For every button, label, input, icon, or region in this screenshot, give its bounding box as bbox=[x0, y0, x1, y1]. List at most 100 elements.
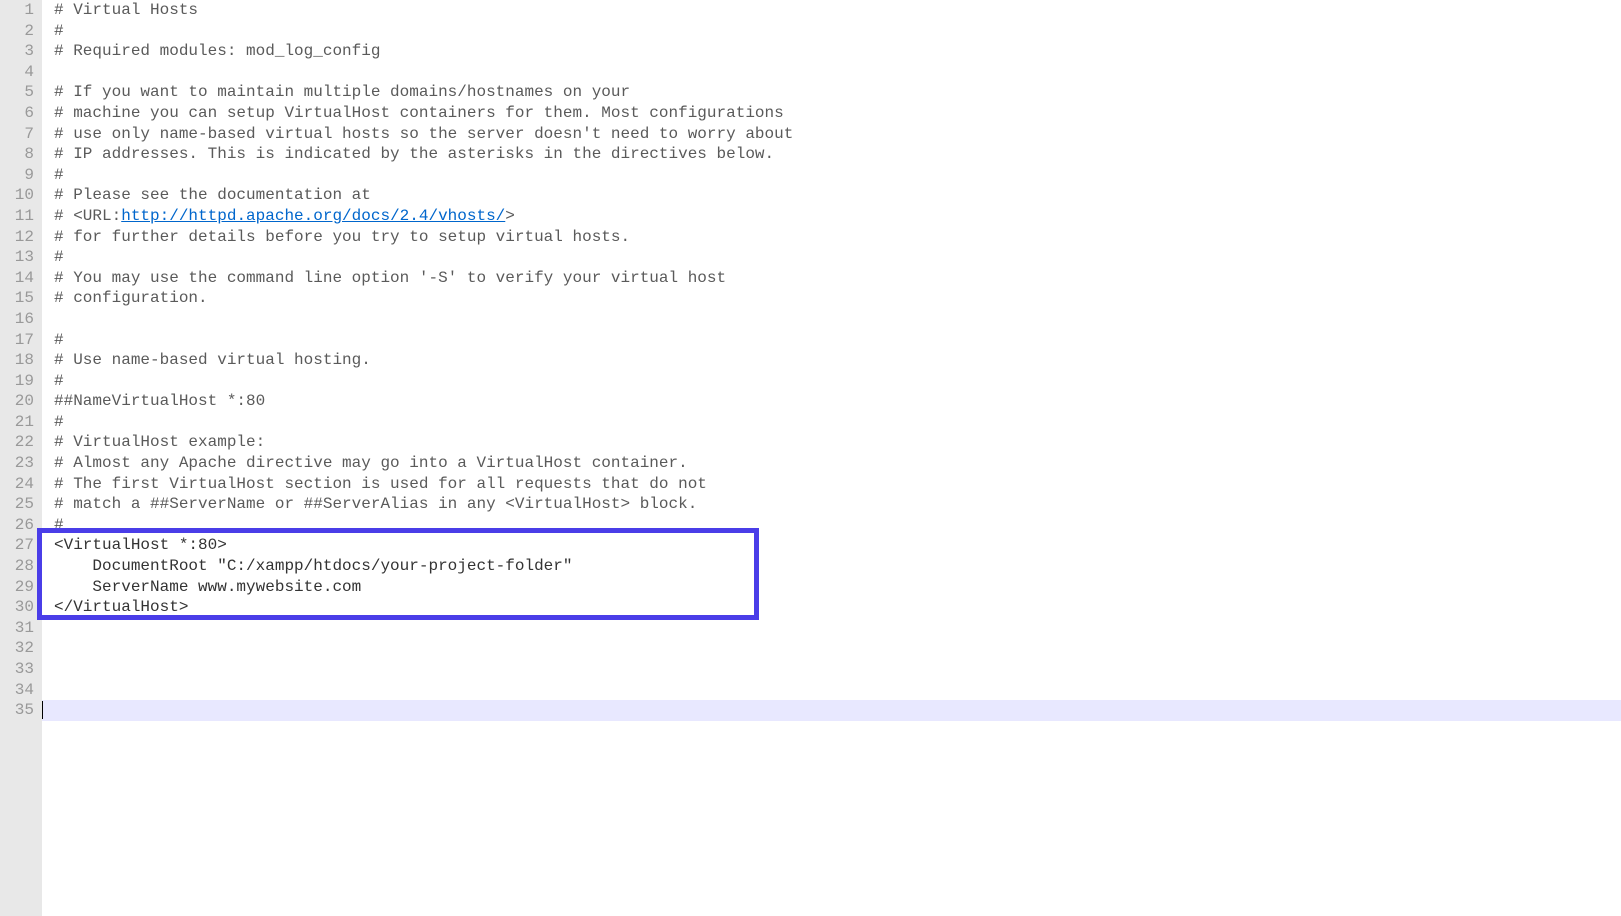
code-line[interactable]: </VirtualHost> bbox=[54, 597, 1621, 618]
code-text: ServerName www.mywebsite.com bbox=[54, 578, 361, 596]
line-number: 1 bbox=[0, 0, 42, 21]
line-number: 32 bbox=[0, 638, 42, 659]
code-line[interactable]: # bbox=[54, 412, 1621, 433]
code-line[interactable]: # match a ##ServerName or ##ServerAlias … bbox=[54, 494, 1621, 515]
line-number: 9 bbox=[0, 165, 42, 186]
comment-text: # If you want to maintain multiple domai… bbox=[54, 83, 630, 101]
comment-text: # Please see the documentation at bbox=[54, 186, 371, 204]
code-line[interactable]: ServerName www.mywebsite.com bbox=[54, 577, 1621, 598]
code-line[interactable]: # bbox=[54, 165, 1621, 186]
code-line[interactable]: DocumentRoot "C:/xampp/htdocs/your-proje… bbox=[54, 556, 1621, 577]
code-line[interactable] bbox=[54, 309, 1621, 330]
line-number: 15 bbox=[0, 288, 42, 309]
comment-text: # bbox=[54, 331, 64, 349]
comment-text: > bbox=[505, 207, 515, 225]
line-number: 8 bbox=[0, 144, 42, 165]
code-line[interactable] bbox=[54, 62, 1621, 83]
line-number: 7 bbox=[0, 124, 42, 145]
line-number: 22 bbox=[0, 432, 42, 453]
comment-text: # You may use the command line option '-… bbox=[54, 269, 726, 287]
code-line[interactable]: # use only name-based virtual hosts so t… bbox=[54, 124, 1621, 145]
comment-text: # bbox=[54, 413, 64, 431]
line-number: 14 bbox=[0, 268, 42, 289]
code-line[interactable]: # bbox=[54, 247, 1621, 268]
code-line[interactable]: # machine you can setup VirtualHost cont… bbox=[54, 103, 1621, 124]
code-line[interactable]: # bbox=[54, 515, 1621, 536]
line-number: 16 bbox=[0, 309, 42, 330]
code-line[interactable]: # <URL:http://httpd.apache.org/docs/2.4/… bbox=[54, 206, 1621, 227]
code-line[interactable] bbox=[54, 618, 1621, 639]
code-line[interactable] bbox=[54, 659, 1621, 680]
comment-text: # bbox=[54, 248, 64, 266]
line-number: 2 bbox=[0, 21, 42, 42]
code-line[interactable]: # bbox=[54, 330, 1621, 351]
comment-text: # Required modules: mod_log_config bbox=[54, 42, 380, 60]
code-area[interactable]: # Virtual Hosts## Required modules: mod_… bbox=[42, 0, 1621, 916]
comment-text: # machine you can setup VirtualHost cont… bbox=[54, 104, 784, 122]
line-number: 4 bbox=[0, 62, 42, 83]
code-line[interactable]: <VirtualHost *:80> bbox=[54, 535, 1621, 556]
code-line[interactable]: # bbox=[54, 21, 1621, 42]
code-line[interactable]: # bbox=[54, 371, 1621, 392]
code-line[interactable]: # The first VirtualHost section is used … bbox=[54, 474, 1621, 495]
line-number: 30 bbox=[0, 597, 42, 618]
code-content[interactable]: # Virtual Hosts## Required modules: mod_… bbox=[54, 0, 1621, 721]
comment-text: # configuration. bbox=[54, 289, 208, 307]
line-number: 12 bbox=[0, 227, 42, 248]
comment-text: # use only name-based virtual hosts so t… bbox=[54, 125, 793, 143]
code-line[interactable]: # Please see the documentation at bbox=[54, 185, 1621, 206]
code-line[interactable]: # Required modules: mod_log_config bbox=[54, 41, 1621, 62]
code-line[interactable]: # IP addresses. This is indicated by the… bbox=[54, 144, 1621, 165]
line-number: 26 bbox=[0, 515, 42, 536]
line-number: 19 bbox=[0, 371, 42, 392]
line-number: 34 bbox=[0, 680, 42, 701]
code-line[interactable]: # If you want to maintain multiple domai… bbox=[54, 82, 1621, 103]
line-number: 24 bbox=[0, 474, 42, 495]
code-line[interactable]: # VirtualHost example: bbox=[54, 432, 1621, 453]
url-link[interactable]: http://httpd.apache.org/docs/2.4/vhosts/ bbox=[121, 207, 505, 225]
comment-text: # The first VirtualHost section is used … bbox=[54, 475, 707, 493]
line-number: 5 bbox=[0, 82, 42, 103]
line-number: 28 bbox=[0, 556, 42, 577]
comment-text: # for further details before you try to … bbox=[54, 228, 630, 246]
line-number: 17 bbox=[0, 330, 42, 351]
code-editor: 1234567891011121314151617181920212223242… bbox=[0, 0, 1621, 916]
line-number: 18 bbox=[0, 350, 42, 371]
comment-text: # bbox=[54, 516, 64, 534]
code-line[interactable] bbox=[54, 680, 1621, 701]
code-line[interactable]: # You may use the command line option '-… bbox=[54, 268, 1621, 289]
code-line[interactable] bbox=[54, 700, 1621, 721]
code-text: </VirtualHost> bbox=[54, 598, 188, 616]
line-number: 25 bbox=[0, 494, 42, 515]
comment-text: ##NameVirtualHost *:80 bbox=[54, 392, 265, 410]
code-line[interactable]: # Almost any Apache directive may go int… bbox=[54, 453, 1621, 474]
line-number: 10 bbox=[0, 185, 42, 206]
line-number: 3 bbox=[0, 41, 42, 62]
line-number: 29 bbox=[0, 577, 42, 598]
code-line[interactable]: # for further details before you try to … bbox=[54, 227, 1621, 248]
comment-text: # <URL: bbox=[54, 207, 121, 225]
code-line[interactable]: # configuration. bbox=[54, 288, 1621, 309]
comment-text: # VirtualHost example: bbox=[54, 433, 265, 451]
comment-text: # bbox=[54, 22, 64, 40]
line-number: 20 bbox=[0, 391, 42, 412]
line-number: 21 bbox=[0, 412, 42, 433]
code-text: DocumentRoot "C:/xampp/htdocs/your-proje… bbox=[54, 557, 572, 575]
line-number: 31 bbox=[0, 618, 42, 639]
code-line[interactable]: # Use name-based virtual hosting. bbox=[54, 350, 1621, 371]
code-text: <VirtualHost *:80> bbox=[54, 536, 227, 554]
line-number-gutter: 1234567891011121314151617181920212223242… bbox=[0, 0, 42, 916]
code-line[interactable] bbox=[54, 638, 1621, 659]
comment-text: # IP addresses. This is indicated by the… bbox=[54, 145, 774, 163]
comment-text: # Use name-based virtual hosting. bbox=[54, 351, 371, 369]
comment-text: # bbox=[54, 372, 64, 390]
code-line[interactable]: # Virtual Hosts bbox=[54, 0, 1621, 21]
code-line[interactable]: ##NameVirtualHost *:80 bbox=[54, 391, 1621, 412]
line-number: 23 bbox=[0, 453, 42, 474]
comment-text: # bbox=[54, 166, 64, 184]
line-number: 11 bbox=[0, 206, 42, 227]
line-number: 33 bbox=[0, 659, 42, 680]
line-number: 27 bbox=[0, 535, 42, 556]
line-number: 6 bbox=[0, 103, 42, 124]
comment-text: # Almost any Apache directive may go int… bbox=[54, 454, 688, 472]
